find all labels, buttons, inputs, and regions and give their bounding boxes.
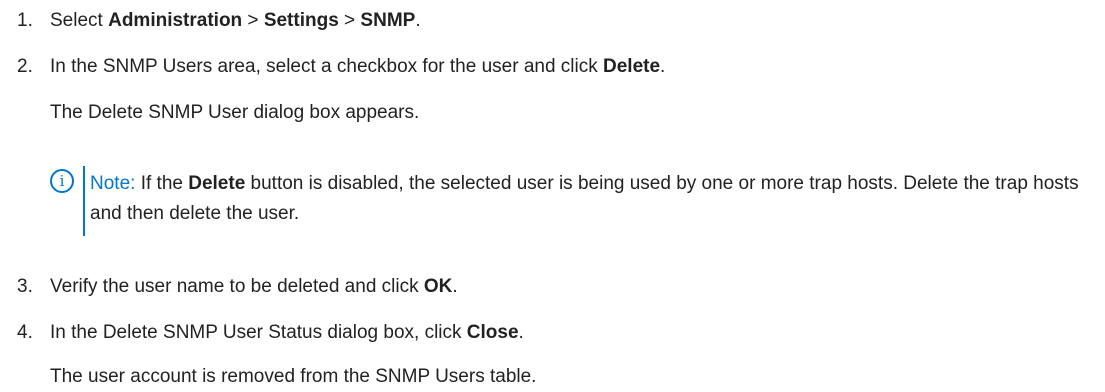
path-separator: > — [338, 10, 361, 31]
procedure-document: 1. Select Administration > Settings > SN… — [0, 0, 1105, 392]
note-callout: i Note: If the Delete button is disabled… — [50, 166, 1090, 236]
step-number: 4. — [17, 322, 33, 343]
step-3-instruction: Verify the user name to be deleted and c… — [50, 276, 424, 297]
step-1-suffix: . — [415, 10, 421, 31]
note-text: Note: If the Delete button is disabled, … — [90, 169, 1090, 229]
delete-ui-label: Delete — [603, 56, 661, 77]
menu-path-snmp: SNMP — [360, 10, 416, 31]
step-4-suffix: . — [518, 322, 524, 343]
ok-ui-label: OK — [423, 276, 453, 297]
note-label: Note: — [90, 173, 136, 194]
step-2-instruction: In the SNMP Users area, select a checkbo… — [50, 56, 604, 77]
step-number: 3. — [17, 276, 33, 297]
note-divider — [83, 166, 85, 236]
note-delete-label: Delete — [188, 173, 246, 194]
step-1-prefix: Select — [50, 10, 109, 31]
step-number: 1. — [17, 10, 33, 31]
menu-path-settings: Settings — [263, 10, 339, 31]
path-separator: > — [242, 10, 264, 31]
step-2-result: The Delete SNMP User dialog box appears. — [50, 102, 420, 123]
step-4-instruction: In the Delete SNMP User Status dialog bo… — [50, 322, 467, 343]
step-3-text: Verify the user name to be deleted and c… — [50, 275, 458, 299]
step-2-suffix: . — [660, 56, 666, 77]
step-4-result: The user account is removed from the SNM… — [50, 366, 537, 387]
step-2-text: In the SNMP Users area, select a checkbo… — [50, 55, 665, 79]
close-ui-label: Close — [466, 322, 519, 343]
step-number: 2. — [17, 56, 33, 77]
info-icon: i — [50, 169, 74, 193]
step-4-text: In the Delete SNMP User Status dialog bo… — [50, 321, 524, 345]
menu-path-administration: Administration — [108, 10, 243, 31]
step-1-text: Select Administration > Settings > SNMP. — [50, 9, 421, 33]
step-3-suffix: . — [452, 276, 458, 297]
note-text-before: If the — [135, 173, 189, 194]
